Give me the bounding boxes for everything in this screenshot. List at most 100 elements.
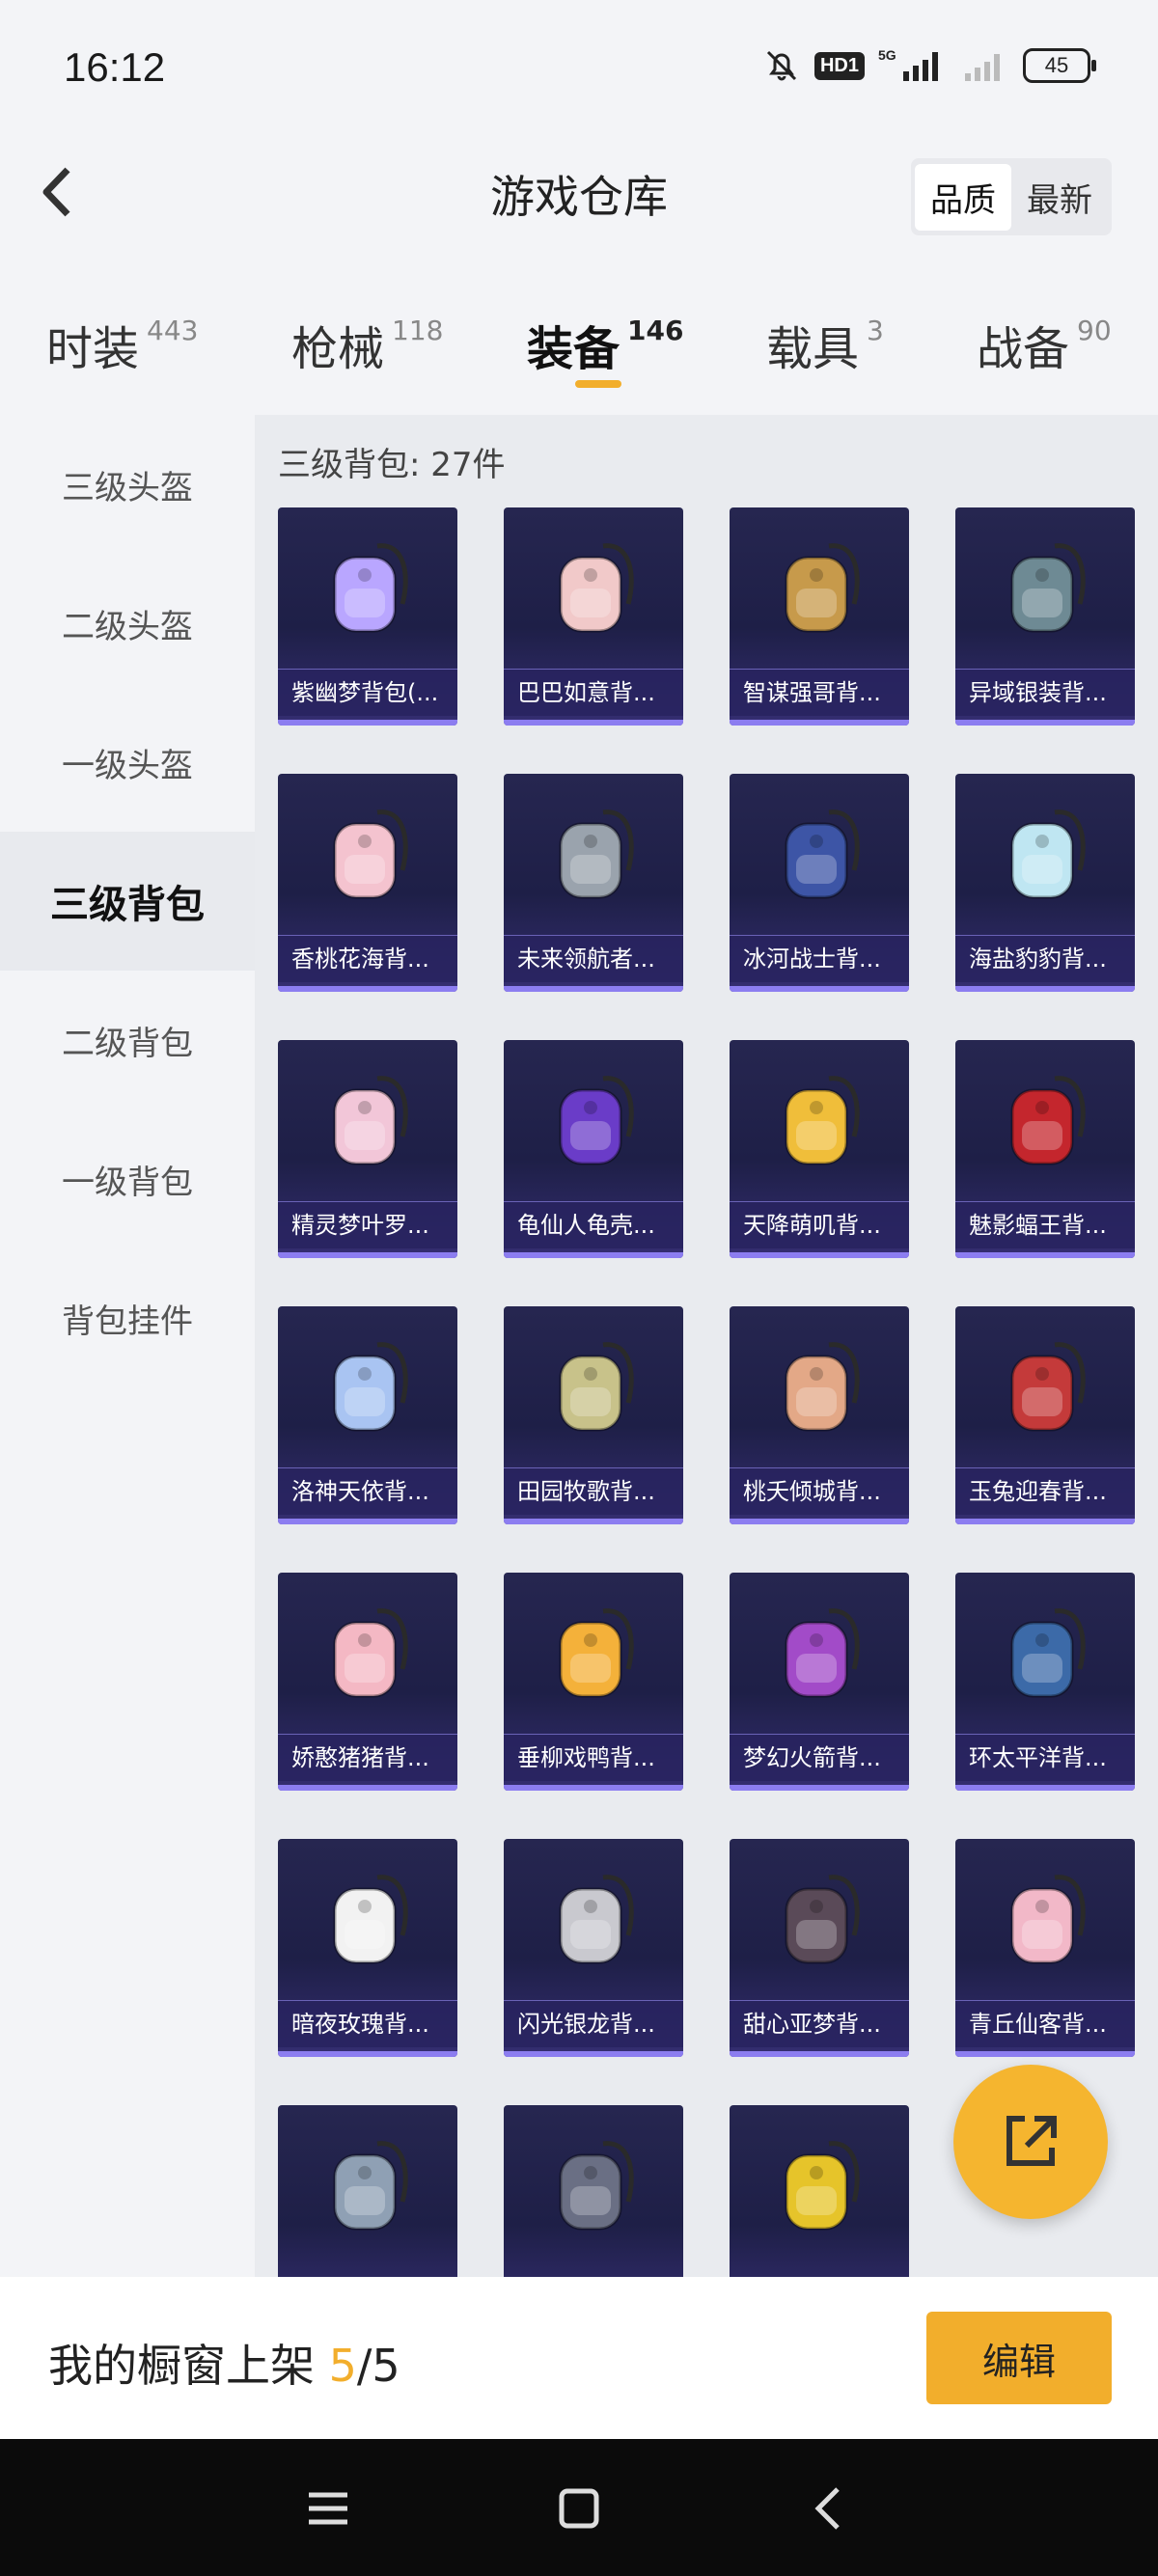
item-card[interactable]: 异域银装背... bbox=[955, 507, 1135, 726]
tab-equipment[interactable]: 装备 146 bbox=[527, 311, 683, 378]
tab-weapons[interactable]: 枪械 118 bbox=[291, 311, 443, 378]
item-card[interactable]: 娇憨猪猪背... bbox=[278, 1573, 457, 1791]
item-name: 龟仙人龟壳... bbox=[504, 1201, 683, 1248]
item-quality-bar bbox=[504, 1519, 683, 1524]
showcase-current: 5 bbox=[328, 2340, 357, 2392]
sidebar: 三级头盔 二级头盔 一级头盔 三级背包 二级背包 一级背包 背包挂件 bbox=[0, 415, 255, 2277]
backpack-icon bbox=[333, 1076, 408, 1165]
item-name: 香桃花海背... bbox=[278, 935, 457, 982]
item-card[interactable] bbox=[278, 2105, 457, 2277]
backpack-icon bbox=[1010, 1076, 1086, 1165]
item-card[interactable]: 梦幻火箭背... bbox=[730, 1573, 909, 1791]
item-name: 洛神天依背... bbox=[278, 1467, 457, 1515]
tab-supplies[interactable]: 战备 90 bbox=[977, 311, 1112, 378]
sidebar-item-helmet-3[interactable]: 三级头盔 bbox=[0, 415, 255, 554]
item-quality-bar bbox=[278, 720, 457, 726]
item-card[interactable]: 垂柳戏鸭背... bbox=[504, 1573, 683, 1791]
backpack-icon bbox=[559, 1076, 634, 1165]
sidebar-item-backpack-1[interactable]: 一级背包 bbox=[0, 1110, 255, 1248]
status-time: 16:12 bbox=[64, 44, 166, 90]
backpack-icon bbox=[559, 809, 634, 899]
item-card[interactable]: 巴巴如意背... bbox=[504, 507, 683, 726]
item-name: 垂柳戏鸭背... bbox=[504, 1734, 683, 1781]
item-card[interactable]: 洛神天依背... bbox=[278, 1306, 457, 1524]
item-card[interactable]: 桃夭倾城背... bbox=[730, 1306, 909, 1524]
item-card[interactable]: 紫幽梦背包(... bbox=[278, 507, 457, 726]
backpack-icon bbox=[1010, 1875, 1086, 1964]
sort-by-newest[interactable]: 最新 bbox=[1011, 164, 1108, 231]
tab-count: 3 bbox=[867, 315, 884, 346]
sort-by-quality[interactable]: 品质 bbox=[915, 163, 1011, 231]
sidebar-item-helmet-2[interactable]: 二级头盔 bbox=[0, 554, 255, 693]
back-nav-icon[interactable] bbox=[801, 2480, 859, 2537]
item-card[interactable]: 闪光银龙背... bbox=[504, 1839, 683, 2057]
item-card[interactable] bbox=[730, 2105, 909, 2277]
item-quality-bar bbox=[278, 1252, 457, 1258]
backpack-icon bbox=[333, 2141, 408, 2231]
sidebar-item-backpack-charm[interactable]: 背包挂件 bbox=[0, 1248, 255, 1387]
mute-bell-icon bbox=[766, 50, 797, 81]
backpack-icon bbox=[559, 2141, 634, 2231]
item-quality-bar bbox=[730, 1252, 909, 1258]
item-name: 精灵梦叶罗... bbox=[278, 1201, 457, 1248]
backpack-icon bbox=[559, 1608, 634, 1698]
item-card[interactable]: 智谋强哥背... bbox=[730, 507, 909, 726]
item-name: 田园牧歌背... bbox=[504, 1467, 683, 1515]
share-button[interactable] bbox=[953, 2065, 1108, 2219]
item-quality-bar bbox=[730, 986, 909, 992]
item-name: 桃夭倾城背... bbox=[730, 1467, 909, 1515]
header: 游戏仓库 品质 最新 bbox=[0, 135, 1158, 251]
tab-count: 443 bbox=[147, 315, 199, 346]
item-card[interactable]: 海盐豹豹背... bbox=[955, 774, 1135, 992]
active-tab-indicator bbox=[575, 380, 621, 388]
item-card[interactable]: 青丘仙客背... bbox=[955, 1839, 1135, 2057]
item-card[interactable]: 香桃花海背... bbox=[278, 774, 457, 992]
item-card[interactable]: 未来领航者... bbox=[504, 774, 683, 992]
back-icon[interactable] bbox=[27, 158, 95, 226]
item-quality-bar bbox=[730, 720, 909, 726]
item-name: 玉兔迎春背... bbox=[955, 1467, 1135, 1515]
battery-indicator: 45 bbox=[1023, 48, 1096, 83]
backpack-icon bbox=[1010, 1608, 1086, 1698]
item-card[interactable]: 天降萌叽背... bbox=[730, 1040, 909, 1258]
item-card[interactable]: 暗夜玫瑰背... bbox=[278, 1839, 457, 2057]
item-card[interactable]: 精灵梦叶罗... bbox=[278, 1040, 457, 1258]
backpack-icon bbox=[559, 1875, 634, 1964]
item-name: 闪光银龙背... bbox=[504, 2000, 683, 2047]
item-quality-bar bbox=[504, 2051, 683, 2057]
tab-label: 载具 bbox=[766, 322, 860, 376]
item-quality-bar bbox=[730, 1519, 909, 1524]
tab-vehicles[interactable]: 载具 3 bbox=[766, 311, 884, 378]
backpack-icon bbox=[785, 543, 860, 633]
item-quality-bar bbox=[955, 986, 1135, 992]
item-card[interactable] bbox=[504, 2105, 683, 2277]
home-icon[interactable] bbox=[550, 2480, 608, 2537]
sidebar-item-backpack-3[interactable]: 三级背包 bbox=[0, 832, 255, 971]
menu-icon[interactable] bbox=[299, 2480, 357, 2537]
tab-fashion[interactable]: 时装 443 bbox=[46, 311, 198, 378]
edit-button[interactable]: 编辑 bbox=[926, 2312, 1112, 2404]
sort-toggle: 品质 最新 bbox=[911, 158, 1112, 235]
tab-label: 战备 bbox=[977, 322, 1070, 376]
item-card[interactable]: 冰河战士背... bbox=[730, 774, 909, 992]
tab-label: 枪械 bbox=[291, 322, 385, 376]
item-name: 梦幻火箭背... bbox=[730, 1734, 909, 1781]
item-card[interactable]: 玉兔迎春背... bbox=[955, 1306, 1135, 1524]
system-nav-bar bbox=[0, 2439, 1158, 2576]
item-card[interactable]: 环太平洋背... bbox=[955, 1573, 1135, 1791]
item-card[interactable]: 魅影蝠王背... bbox=[955, 1040, 1135, 1258]
backpack-icon bbox=[1010, 543, 1086, 633]
item-quality-bar bbox=[504, 986, 683, 992]
backpack-icon bbox=[333, 543, 408, 633]
item-name: 异域银装背... bbox=[955, 669, 1135, 716]
sidebar-item-backpack-2[interactable]: 二级背包 bbox=[0, 971, 255, 1110]
item-quality-bar bbox=[278, 1785, 457, 1791]
item-quality-bar bbox=[730, 2051, 909, 2057]
item-card[interactable]: 甜心亚梦背... bbox=[730, 1839, 909, 2057]
item-name: 暗夜玫瑰背... bbox=[278, 2000, 457, 2047]
item-card[interactable]: 田园牧歌背... bbox=[504, 1306, 683, 1524]
sidebar-item-helmet-1[interactable]: 一级头盔 bbox=[0, 693, 255, 832]
item-card[interactable]: 龟仙人龟壳... bbox=[504, 1040, 683, 1258]
backpack-icon bbox=[785, 1076, 860, 1165]
item-quality-bar bbox=[955, 2051, 1135, 2057]
